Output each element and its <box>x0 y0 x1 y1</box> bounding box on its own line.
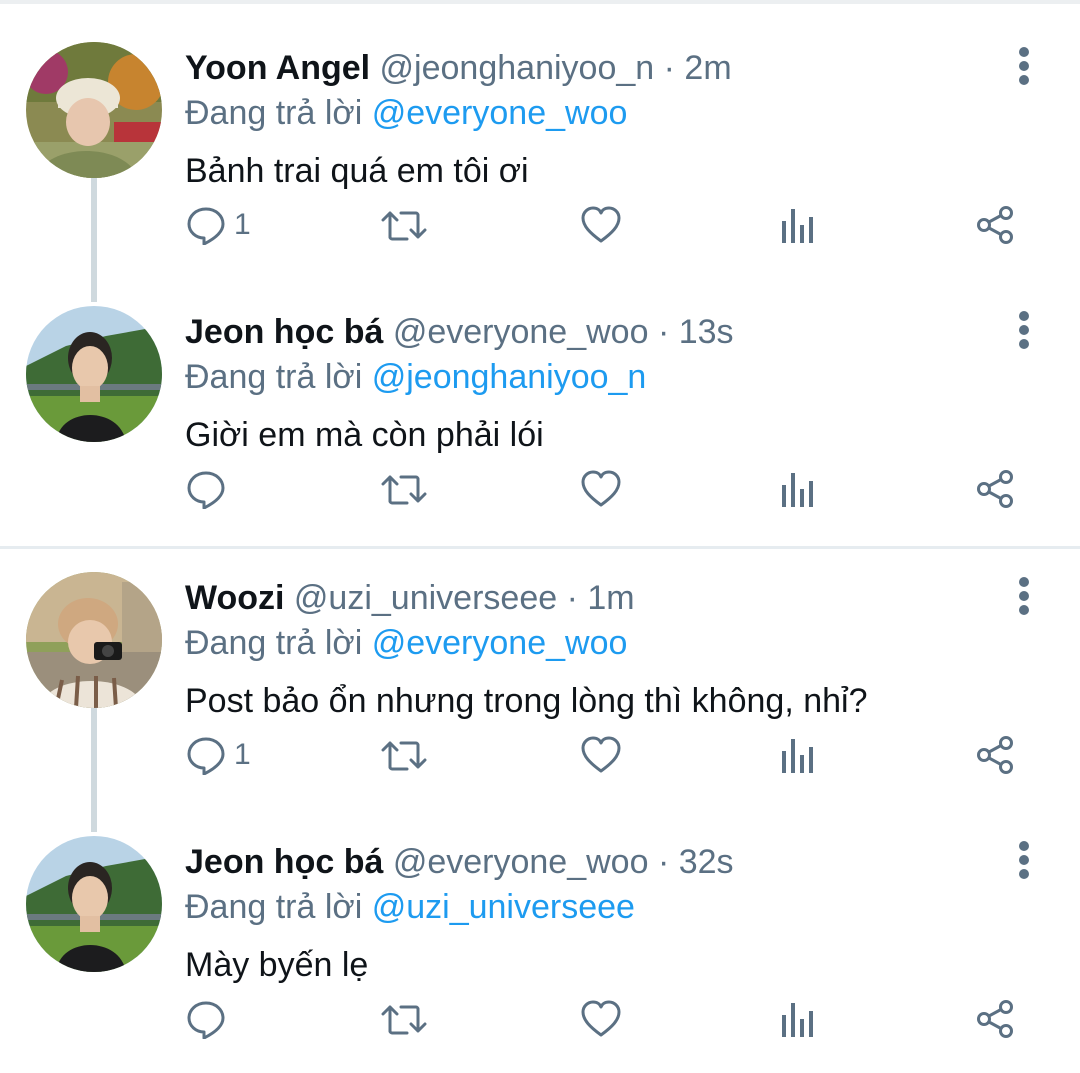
heart-icon <box>581 206 621 243</box>
share-icon <box>977 470 1013 508</box>
replying-label: Đang trả lời <box>185 358 363 396</box>
reply-icon <box>187 1001 225 1039</box>
timestamp[interactable]: 2m <box>684 49 731 87</box>
reply-icon <box>187 737 225 775</box>
retweet-icon <box>381 211 427 241</box>
retweet-button[interactable] <box>381 994 427 1044</box>
reply-icon <box>187 471 225 509</box>
tweet-text: Giời em mà còn phải lói <box>185 416 544 454</box>
user-handle[interactable]: @everyone_woo <box>393 313 649 351</box>
share-button[interactable] <box>975 464 1015 514</box>
reply-button[interactable] <box>186 994 234 1044</box>
heart-icon <box>581 1000 621 1037</box>
separator-dot: · <box>566 579 578 617</box>
reply-icon <box>187 207 225 245</box>
avatar[interactable] <box>26 42 162 178</box>
share-button[interactable] <box>975 730 1015 780</box>
tweet[interactable]: Jeon học bá @everyone_woo · 32s Đang trả… <box>0 798 1080 1063</box>
more-options-icon[interactable] <box>1004 840 1044 886</box>
mention-link[interactable]: @everyone_woo <box>372 624 628 662</box>
mention-link[interactable]: @everyone_woo <box>372 94 628 132</box>
heart-icon <box>581 470 621 507</box>
tweet[interactable]: Yoon Angel @jeonghaniyoo_n · 2m Đang trả… <box>0 4 1080 269</box>
tweet-text: Post bảo ổn nhưng trong lòng thì không, … <box>185 682 868 720</box>
like-button[interactable] <box>580 994 622 1044</box>
retweet-button[interactable] <box>381 200 427 250</box>
user-handle[interactable]: @jeonghaniyoo_n <box>380 49 655 87</box>
tweet-header: Woozi @uzi_universeee · 1m <box>185 576 635 620</box>
share-icon <box>977 206 1013 244</box>
timestamp[interactable]: 32s <box>679 843 734 881</box>
like-button[interactable] <box>580 464 622 514</box>
share-icon <box>977 1000 1013 1038</box>
heart-icon <box>581 736 621 773</box>
display-name[interactable]: Woozi <box>185 579 284 617</box>
more-options-icon[interactable] <box>1004 46 1044 92</box>
replying-to: Đang trả lời @uzi_universeee <box>185 885 635 929</box>
avatar[interactable] <box>26 836 162 972</box>
retweet-icon <box>381 1005 427 1035</box>
like-button[interactable] <box>580 200 622 250</box>
tweet-header: Jeon học bá @everyone_woo · 32s <box>185 840 734 884</box>
tweet-actions <box>0 464 1080 514</box>
reply-button[interactable]: 1 <box>186 730 251 780</box>
more-options-icon[interactable] <box>1004 576 1044 622</box>
tweet[interactable]: Woozi @uzi_universeee · 1m Đang trả lời … <box>0 534 1080 799</box>
replying-to: Đang trả lời @everyone_woo <box>185 621 627 665</box>
more-options-icon[interactable] <box>1004 310 1044 356</box>
analytics-button[interactable] <box>780 730 816 780</box>
tweet-text: Bảnh trai quá em tôi ơi <box>185 152 529 190</box>
replying-label: Đang trả lời <box>185 624 363 662</box>
replying-to: Đang trả lời @everyone_woo <box>185 91 627 135</box>
analytics-icon <box>782 209 813 243</box>
timestamp[interactable]: 13s <box>679 313 734 351</box>
share-button[interactable] <box>975 200 1015 250</box>
retweet-button[interactable] <box>381 464 427 514</box>
separator-dot: · <box>657 313 670 351</box>
analytics-icon <box>782 739 813 773</box>
tweet[interactable]: Jeon học bá @everyone_woo · 13s Đang trả… <box>0 268 1080 533</box>
separator-dot: · <box>663 49 675 87</box>
display-name[interactable]: Yoon Angel <box>185 49 370 87</box>
mention-link[interactable]: @jeonghaniyoo_n <box>372 358 647 396</box>
replying-to: Đang trả lời @jeonghaniyoo_n <box>185 355 646 399</box>
tweet-actions: 1 <box>0 200 1080 250</box>
reply-count: 1 <box>234 208 251 241</box>
analytics-button[interactable] <box>780 464 816 514</box>
avatar[interactable] <box>26 572 162 708</box>
tweet-actions <box>0 994 1080 1044</box>
analytics-icon <box>782 1003 813 1037</box>
replying-label: Đang trả lời <box>185 888 363 926</box>
reply-count: 1 <box>234 738 251 771</box>
user-handle[interactable]: @everyone_woo <box>393 843 649 881</box>
reply-button[interactable]: 1 <box>186 200 251 250</box>
tweet-header: Yoon Angel @jeonghaniyoo_n · 2m <box>185 46 732 90</box>
avatar[interactable] <box>26 306 162 442</box>
share-icon <box>977 736 1013 774</box>
like-button[interactable] <box>580 730 622 780</box>
retweet-icon <box>381 475 427 505</box>
analytics-icon <box>782 473 813 507</box>
replying-label: Đang trả lời <box>185 94 363 132</box>
display-name[interactable]: Jeon học bá <box>185 843 383 881</box>
display-name[interactable]: Jeon học bá <box>185 313 383 351</box>
mention-link[interactable]: @uzi_universeee <box>372 888 635 926</box>
retweet-button[interactable] <box>381 730 427 780</box>
tweet-header: Jeon học bá @everyone_woo · 13s <box>185 310 734 354</box>
retweet-icon <box>381 741 427 771</box>
timestamp[interactable]: 1m <box>587 579 634 617</box>
tweet-text: Mày byến lẹ <box>185 946 369 984</box>
separator-dot: · <box>657 843 670 881</box>
analytics-button[interactable] <box>780 200 816 250</box>
analytics-button[interactable] <box>780 994 816 1044</box>
reply-button[interactable] <box>186 464 234 514</box>
tweet-actions: 1 <box>0 730 1080 780</box>
user-handle[interactable]: @uzi_universeee <box>294 579 557 617</box>
share-button[interactable] <box>975 994 1015 1044</box>
